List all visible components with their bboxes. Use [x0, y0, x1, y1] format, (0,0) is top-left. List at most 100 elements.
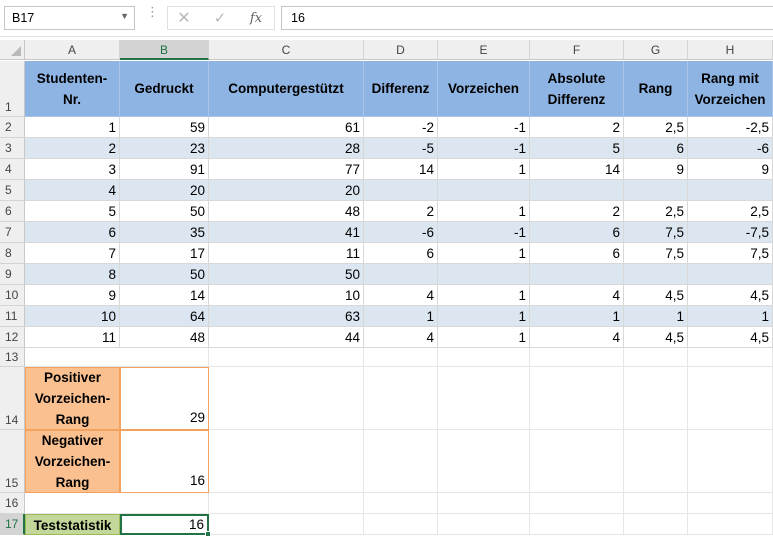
- table-cell[interactable]: 6: [364, 243, 438, 264]
- table-cell[interactable]: 2: [364, 201, 438, 222]
- row-header-12[interactable]: 12: [0, 327, 25, 348]
- table-cell[interactable]: 59: [120, 117, 209, 138]
- table-cell[interactable]: 6: [530, 243, 624, 264]
- header-cell-c[interactable]: Computergestützt: [209, 61, 364, 117]
- table-cell[interactable]: 1: [438, 285, 530, 306]
- table-cell[interactable]: 1: [688, 306, 773, 327]
- table-cell[interactable]: -2,5: [688, 117, 773, 138]
- row-header-13[interactable]: 13: [0, 348, 25, 367]
- drag-handle-icon[interactable]: ⋮: [146, 5, 159, 18]
- table-cell[interactable]: 44: [209, 327, 364, 348]
- table-cell[interactable]: [688, 264, 773, 285]
- table-cell[interactable]: 1: [624, 306, 688, 327]
- table-cell[interactable]: -6: [688, 138, 773, 159]
- row-header-7[interactable]: 7: [0, 222, 25, 243]
- table-cell[interactable]: 9: [624, 159, 688, 180]
- row-header-16[interactable]: 16: [0, 493, 25, 514]
- table-cell[interactable]: 61: [209, 117, 364, 138]
- table-cell[interactable]: 2: [530, 201, 624, 222]
- table-cell[interactable]: 5: [25, 201, 120, 222]
- table-cell[interactable]: 4,5: [688, 285, 773, 306]
- table-cell[interactable]: [624, 180, 688, 201]
- insert-function-icon[interactable]: fx: [243, 9, 269, 29]
- positive-rank-label[interactable]: Positiver Vorzeichen-Rang: [25, 367, 120, 430]
- table-cell[interactable]: 50: [209, 264, 364, 285]
- row-header-17[interactable]: 17: [0, 514, 25, 535]
- table-cell[interactable]: 41: [209, 222, 364, 243]
- table-cell[interactable]: 35: [120, 222, 209, 243]
- table-cell[interactable]: [530, 264, 624, 285]
- column-header-f[interactable]: F: [530, 40, 624, 60]
- table-cell[interactable]: 7,5: [624, 243, 688, 264]
- table-cell[interactable]: 4: [25, 180, 120, 201]
- fill-handle[interactable]: [205, 531, 211, 537]
- header-cell-e[interactable]: Vorzeichen: [438, 61, 530, 117]
- table-cell[interactable]: 4: [364, 285, 438, 306]
- table-cell[interactable]: 3: [25, 159, 120, 180]
- table-cell[interactable]: 11: [25, 327, 120, 348]
- table-cell[interactable]: 11: [209, 243, 364, 264]
- row-header-5[interactable]: 5: [0, 180, 25, 201]
- header-cell-h[interactable]: Rang mit Vorzeichen: [688, 61, 773, 117]
- table-cell[interactable]: [364, 264, 438, 285]
- chevron-down-icon[interactable]: ▼: [120, 11, 129, 21]
- table-cell[interactable]: 9: [25, 285, 120, 306]
- table-cell[interactable]: 1: [364, 306, 438, 327]
- row-header-1[interactable]: 1: [0, 61, 25, 117]
- table-cell[interactable]: 63: [209, 306, 364, 327]
- table-cell[interactable]: 1: [438, 159, 530, 180]
- column-header-h[interactable]: H: [688, 40, 773, 60]
- negative-rank-label[interactable]: Negativer Vorzeichen-Rang: [25, 430, 120, 493]
- table-cell[interactable]: 1: [438, 243, 530, 264]
- row-header-8[interactable]: 8: [0, 243, 25, 264]
- row-header-10[interactable]: 10: [0, 285, 25, 306]
- column-header-g[interactable]: G: [624, 40, 688, 60]
- table-cell[interactable]: -1: [438, 138, 530, 159]
- row-header-4[interactable]: 4: [0, 159, 25, 180]
- table-cell[interactable]: [438, 180, 530, 201]
- table-cell[interactable]: 7,5: [624, 222, 688, 243]
- row-header-15[interactable]: 15: [0, 430, 25, 493]
- table-cell[interactable]: 2,5: [624, 201, 688, 222]
- row-header-11[interactable]: 11: [0, 306, 25, 327]
- table-cell[interactable]: 1: [438, 306, 530, 327]
- header-cell-g[interactable]: Rang: [624, 61, 688, 117]
- table-cell[interactable]: 5: [530, 138, 624, 159]
- table-cell[interactable]: 6: [25, 222, 120, 243]
- row-header-6[interactable]: 6: [0, 201, 25, 222]
- table-cell[interactable]: [624, 264, 688, 285]
- table-cell[interactable]: 91: [120, 159, 209, 180]
- table-cell[interactable]: 2,5: [688, 201, 773, 222]
- table-cell[interactable]: 4,5: [688, 327, 773, 348]
- test-statistic-label[interactable]: Teststatistik: [25, 514, 120, 535]
- table-cell[interactable]: [530, 180, 624, 201]
- table-cell[interactable]: 1: [438, 201, 530, 222]
- table-cell[interactable]: 1: [530, 306, 624, 327]
- table-cell[interactable]: -5: [364, 138, 438, 159]
- table-cell[interactable]: 4,5: [624, 285, 688, 306]
- table-cell[interactable]: 4: [364, 327, 438, 348]
- table-cell[interactable]: -1: [438, 222, 530, 243]
- header-cell-f[interactable]: Absolute Differenz: [530, 61, 624, 117]
- table-cell[interactable]: 6: [530, 222, 624, 243]
- table-cell[interactable]: -7,5: [688, 222, 773, 243]
- name-box[interactable]: B17 ▼: [4, 6, 135, 30]
- table-cell[interactable]: 48: [120, 327, 209, 348]
- table-cell[interactable]: 2: [25, 138, 120, 159]
- table-cell[interactable]: 2: [530, 117, 624, 138]
- cancel-icon[interactable]: ✕: [171, 9, 197, 29]
- check-icon[interactable]: ✓: [207, 9, 233, 29]
- column-header-d[interactable]: D: [364, 40, 438, 60]
- table-cell[interactable]: -1: [438, 117, 530, 138]
- positive-rank-value[interactable]: 29: [120, 367, 209, 430]
- table-cell[interactable]: 50: [120, 264, 209, 285]
- table-cell[interactable]: 23: [120, 138, 209, 159]
- table-cell[interactable]: 14: [120, 285, 209, 306]
- table-cell[interactable]: 64: [120, 306, 209, 327]
- header-cell-b[interactable]: Gedruckt: [120, 61, 209, 117]
- table-cell[interactable]: 4,5: [624, 327, 688, 348]
- table-cell[interactable]: 20: [209, 180, 364, 201]
- header-cell-a[interactable]: Studenten-Nr.: [25, 61, 120, 117]
- table-cell[interactable]: 7: [25, 243, 120, 264]
- negative-rank-value[interactable]: 16: [120, 430, 209, 493]
